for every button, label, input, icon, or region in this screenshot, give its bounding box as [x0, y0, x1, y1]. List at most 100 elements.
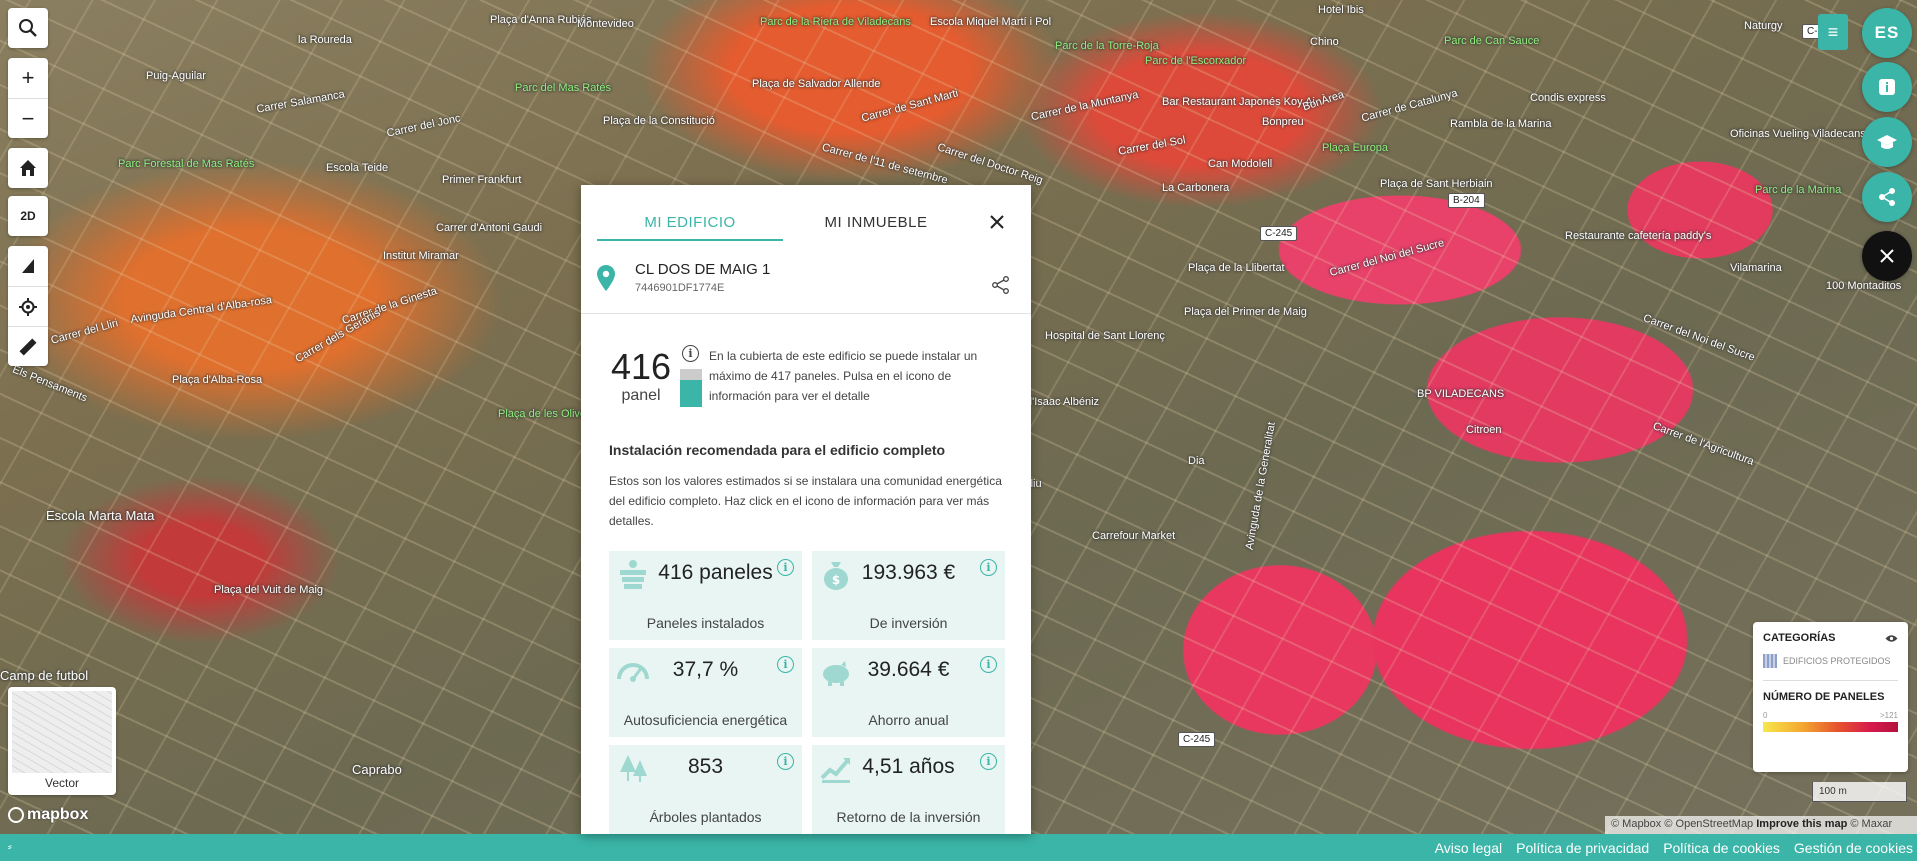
legend-category-label: EDIFICIOS PROTEGIDOS	[1783, 656, 1891, 666]
attribution-mapbox[interactable]: © Mapbox	[1611, 818, 1661, 830]
zoom-in-button[interactable]: +	[8, 58, 48, 98]
close-map-panel-button[interactable]	[1862, 231, 1912, 281]
metric-card-payback: 4,51 años i Retorno de la inversión	[812, 745, 1005, 834]
search-button[interactable]	[8, 8, 48, 48]
map-place-label: Montevideo	[577, 18, 634, 30]
info-icon[interactable]: i	[980, 656, 997, 673]
info-icon[interactable]: i	[980, 559, 997, 576]
basemap-thumbnail	[12, 691, 112, 773]
map-place-label: la Roureda	[298, 34, 352, 46]
map-place-label: Plaça Europa	[1322, 142, 1389, 154]
map-place-label: Primer Frankfurt	[442, 174, 522, 186]
attribution-maxar[interactable]: © Maxar	[1850, 818, 1892, 830]
mapbox-logo[interactable]: mapbox	[8, 806, 88, 824]
graduation-cap-icon	[1877, 135, 1897, 149]
map-place-label: Bar Restaurant Japonés Koy Ai	[1162, 96, 1315, 108]
max-panels: 416 panel	[611, 347, 671, 405]
road-shield-label: C-245	[1260, 226, 1298, 241]
info-icon	[1879, 79, 1895, 95]
metric-label: Autosuficiencia energética	[623, 712, 788, 728]
info-button[interactable]	[1862, 62, 1912, 112]
compass-icon	[22, 259, 34, 273]
metrics-grid: 416 paneles i Paneles instalados $ 193.9…	[609, 551, 1005, 834]
map-place-label: Hospital de Sant Llorenç	[1045, 330, 1165, 342]
mode-2d-button[interactable]: 2D	[8, 196, 48, 236]
footer-bar: ⸗ Aviso legal Política de privacidad Pol…	[0, 834, 1917, 861]
max-panels-number: 416	[611, 346, 672, 387]
max-panels-unit: panel	[621, 387, 661, 404]
info-icon[interactable]: i	[777, 753, 794, 770]
measure-button[interactable]	[8, 326, 48, 366]
zoom-out-button[interactable]: −	[8, 98, 48, 138]
compass-button[interactable]	[8, 246, 48, 286]
app-logo-icon[interactable]: ≡	[1818, 14, 1848, 50]
legend-category-protected[interactable]: EDIFICIOS PROTEGIDOS	[1763, 654, 1898, 668]
panels-info-icon[interactable]: i	[682, 345, 699, 362]
map-place-label: Escola Miquel Martí i Pol	[930, 16, 1052, 28]
learn-button[interactable]	[1862, 117, 1912, 167]
footer-link-cookie-settings[interactable]: Gestión de cookies	[1794, 840, 1913, 856]
accessibility-icon[interactable]: ⸗	[8, 841, 12, 853]
basemap-switcher[interactable]: Vector	[8, 687, 116, 795]
map-place-label: Escola Teide	[326, 162, 389, 174]
footer-link-legal[interactable]: Aviso legal	[1435, 840, 1502, 856]
map-place-label: Parc de l'Escorxador	[1145, 55, 1247, 67]
zoom-controls: + −	[8, 58, 48, 138]
recommended-installation-description: Estos son los valores estimados si se in…	[609, 474, 1002, 528]
scale-bar: 100 m	[1812, 782, 1907, 802]
share-icon	[992, 276, 1009, 294]
map-place-label: La Carbonera	[1162, 182, 1230, 194]
info-icon[interactable]: i	[980, 753, 997, 770]
share-icon	[1879, 188, 1895, 206]
map-place-label: Parc de la Marina	[1755, 184, 1842, 196]
share-building-button[interactable]	[991, 275, 1011, 300]
map-place-label: Institut Miramar	[383, 250, 459, 262]
map-place-label: Carrer d'Antoni Gaudi	[436, 222, 543, 234]
info-icon[interactable]: i	[777, 559, 794, 576]
map-place-label: Naturgy	[1744, 20, 1783, 32]
footer-link-cookies[interactable]: Política de cookies	[1663, 840, 1780, 856]
tab-mi-inmueble[interactable]: MI INMUEBLE	[783, 209, 969, 241]
home-button[interactable]	[8, 148, 48, 188]
map-place-label: Plaça de la Llibertat	[1188, 262, 1285, 274]
map-place-label: Plaça de les Olives	[498, 408, 592, 420]
legend-range: 0 >121	[1763, 711, 1898, 720]
tab-mi-edificio[interactable]: MI EDIFICIO	[597, 209, 783, 241]
location-pin-icon	[597, 265, 615, 291]
metric-card-self-sufficiency: 37,7 % i Autosuficiencia energética	[609, 648, 802, 737]
footer-link-privacy[interactable]: Política de privacidad	[1516, 840, 1649, 856]
address-text: CL DOS DE MAIG 1	[635, 261, 771, 278]
map-place-label: Puig-Aguilar	[146, 70, 206, 82]
metric-label: Árboles plantados	[649, 809, 762, 825]
map-place-label: BP VILADECANS	[1417, 388, 1505, 400]
legend-categories-header: CATEGORÍAS	[1763, 632, 1898, 644]
metric-value: 37,7 %	[672, 658, 739, 681]
panel-capacity-bar	[680, 369, 702, 407]
info-icon[interactable]: i	[777, 656, 794, 673]
legend-range-max: >121	[1879, 711, 1898, 720]
ruler-icon	[19, 338, 37, 355]
recommended-installation-title: Instalación recomendada para el edificio…	[609, 442, 946, 458]
metric-value: 853	[687, 755, 724, 778]
attribution-osm[interactable]: © OpenStreetMap	[1664, 818, 1753, 830]
map-place-label: Restaurante cafetería paddy's	[1565, 230, 1712, 242]
language-button[interactable]: ES	[1862, 8, 1912, 58]
close-panel-button[interactable]	[989, 210, 1005, 236]
locate-button[interactable]	[8, 286, 48, 326]
map-attribution: © Mapbox © OpenStreetMap Improve this ma…	[1605, 816, 1917, 834]
map-place-label: Parc de la Torre-Roja	[1055, 40, 1159, 52]
metric-card-panels: 416 paneles i Paneles instalados	[609, 551, 802, 640]
map-place-label: 100 Montaditos	[1826, 280, 1902, 292]
share-map-button[interactable]	[1862, 172, 1912, 222]
map-place-label: Citroen	[1466, 424, 1502, 436]
attribution-improve[interactable]: Improve this map	[1756, 818, 1847, 830]
metric-label: Ahorro anual	[868, 712, 949, 728]
navigation-controls	[8, 246, 48, 366]
mapbox-logo-text: mapbox	[27, 806, 89, 823]
map-place-label: Parc de la Riera de Viladecans	[760, 16, 911, 28]
map-place-label: Plaça de Salvador Allende	[752, 78, 881, 90]
metric-value: 39.664 €	[867, 658, 950, 681]
eye-icon[interactable]	[1885, 634, 1898, 643]
map-place-label: Caprabo	[352, 762, 402, 777]
map-place-label: Plaça de la Constitució	[603, 115, 715, 127]
